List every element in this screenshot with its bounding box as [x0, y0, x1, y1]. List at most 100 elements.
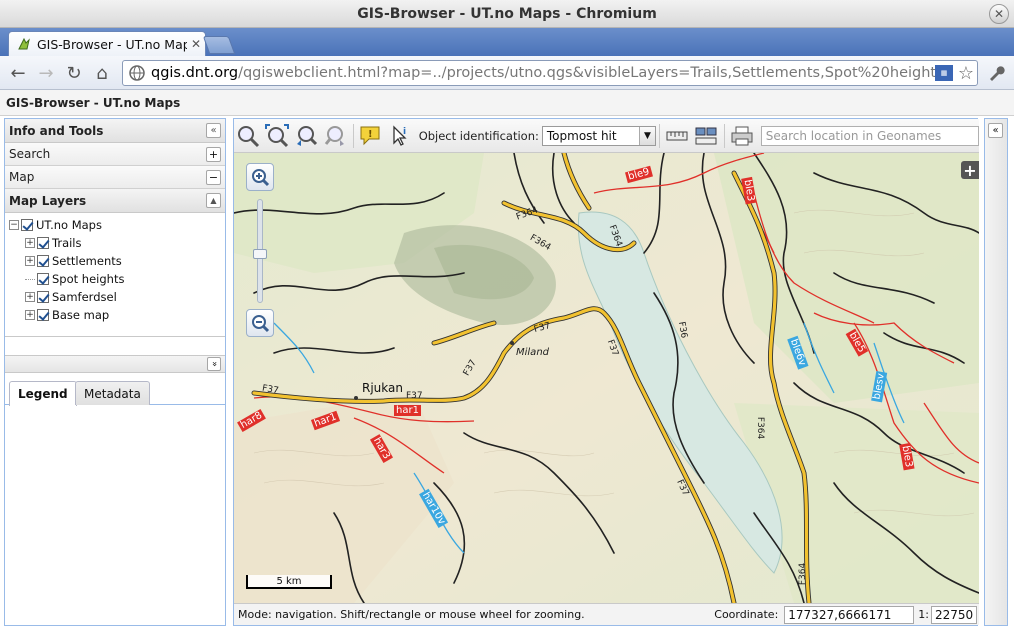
arrow-right-icon: →	[38, 62, 54, 84]
info-tools-panel: Info and Tools « Search + Map − Map Laye…	[4, 118, 226, 626]
address-bar[interactable]: qgis.dnt.org/qgiswebclient.html?map=../p…	[122, 60, 978, 86]
object-identification-select[interactable]: Topmost hit ▼	[541, 125, 656, 146]
search-section-header[interactable]: Search +	[5, 143, 225, 166]
lower-panel-header: »	[5, 355, 225, 373]
reload-button[interactable]: ↻	[62, 61, 86, 85]
page-action-icon[interactable]: ▦	[935, 65, 953, 81]
expand-layer-icon[interactable]: +	[25, 238, 35, 248]
map-section-header[interactable]: Map −	[5, 166, 225, 189]
window-close-button[interactable]: ✕	[989, 4, 1009, 24]
layer-label: Settlements	[52, 254, 122, 268]
window-title: GIS-Browser - UT.no Maps - Chromium	[357, 5, 657, 22]
tab-strip: GIS-Browser - UT.no Maps ✕	[0, 28, 1014, 56]
map-render	[234, 153, 979, 603]
window-titlebar: GIS-Browser - UT.no Maps - Chromium ✕	[0, 0, 1014, 28]
expand-layer-icon[interactable]: +	[25, 256, 35, 266]
layer-checkbox[interactable]	[37, 309, 49, 321]
collapse-left-icon[interactable]: «	[206, 123, 221, 138]
layer-label: UT.no Maps	[36, 218, 102, 232]
url-path: /qgiswebclient.html?map=../projects/utno…	[238, 65, 935, 81]
expand-layer-icon[interactable]: +	[25, 292, 35, 302]
object-identification-label: Object identification:	[418, 128, 539, 143]
measure-area-button[interactable]	[692, 122, 721, 150]
measure-area-icon	[695, 127, 717, 144]
layer-label: Base map	[52, 308, 110, 322]
expand-right-icon[interactable]: «	[988, 123, 1003, 138]
zoom-box-icon	[238, 125, 260, 147]
tab-metadata[interactable]: Metadata	[75, 381, 150, 405]
zoom-full-icon	[265, 123, 290, 147]
map-section-label: Map	[9, 170, 35, 184]
map-tips-button[interactable]: !	[357, 122, 386, 150]
right-collapsed-panel[interactable]: «	[984, 118, 1008, 626]
wrench-icon	[990, 66, 1005, 81]
url-host: qgis.dnt.org	[151, 65, 239, 81]
identify-button[interactable]: i	[386, 122, 415, 150]
url-text: qgis.dnt.org/qgiswebclient.html?map=../p…	[151, 65, 935, 81]
home-button[interactable]: ⌂	[90, 61, 114, 85]
collapse-map-icon[interactable]: −	[206, 169, 221, 185]
arrow-left-icon: ←	[10, 62, 26, 84]
toolbar-separator	[658, 123, 660, 148]
map-toolbar: ! i Object identification: Topmost hit ▼	[234, 119, 980, 153]
scale-field[interactable]: 22750	[931, 605, 977, 624]
zoom-previous-button[interactable]	[292, 122, 321, 150]
coordinate-field[interactable]: 177327,6666171	[784, 605, 915, 624]
chevron-down-icon: ▼	[638, 126, 655, 145]
speech-bubble-icon: !	[360, 126, 380, 145]
road-label: F364	[755, 416, 766, 440]
tab-legend[interactable]: Legend	[9, 381, 77, 406]
layer-item-base-map[interactable]: + Base map	[9, 306, 225, 324]
expand-search-icon[interactable]: +	[206, 146, 221, 162]
geonames-search-input[interactable]	[760, 125, 980, 146]
map-canvas[interactable]: Rjukan Miland F37 F37 F37 F37 F37 F37 F3…	[234, 153, 979, 603]
layer-checkbox[interactable]	[37, 273, 49, 285]
layer-tree: − UT.no Maps + Trails + Settlements Spot…	[5, 213, 225, 337]
globe-icon	[129, 65, 145, 81]
layer-checkbox[interactable]	[37, 255, 49, 267]
browser-tab[interactable]: GIS-Browser - UT.no Maps ✕	[8, 31, 206, 56]
collapse-layers-icon[interactable]: ▲	[206, 193, 221, 208]
tab-close-icon[interactable]: ✕	[187, 37, 205, 51]
back-button[interactable]: ←	[6, 61, 30, 85]
forward-button[interactable]: →	[34, 61, 58, 85]
legend-metadata-tabs: Legend Metadata	[5, 379, 225, 406]
layer-label: Trails	[52, 236, 82, 250]
settings-wrench-button[interactable]	[984, 61, 1008, 85]
ruler-icon	[666, 131, 688, 140]
zoom-slider-handle[interactable]	[253, 249, 267, 259]
expand-lower-icon[interactable]: »	[207, 357, 221, 371]
zoom-next-button[interactable]	[321, 122, 350, 150]
zoom-out-button[interactable]	[246, 309, 274, 337]
close-icon: ✕	[993, 7, 1005, 21]
zoom-in-button[interactable]	[246, 163, 274, 191]
layer-switcher-button[interactable]: +	[961, 161, 979, 180]
scale-label: 1:	[918, 608, 929, 621]
expand-layer-icon[interactable]: +	[25, 310, 35, 320]
mode-status-text: Mode: navigation. Shift/rectangle or mou…	[238, 608, 585, 621]
layer-checkbox[interactable]	[21, 219, 33, 231]
zoom-next-icon	[325, 125, 345, 146]
map-status-bar: Mode: navigation. Shift/rectangle or mou…	[234, 603, 979, 625]
bookmark-star-icon[interactable]: ☆	[955, 63, 977, 84]
layer-checkbox[interactable]	[37, 291, 49, 303]
layer-item-settlements[interactable]: + Settlements	[9, 252, 225, 270]
collapse-tree-icon[interactable]: −	[9, 220, 19, 230]
layer-tree-root[interactable]: − UT.no Maps	[9, 216, 225, 234]
print-button[interactable]	[728, 122, 757, 150]
layer-item-trails[interactable]: + Trails	[9, 234, 225, 252]
layer-item-spot-heights[interactable]: Spot heights	[9, 270, 225, 288]
search-section-label: Search	[9, 147, 51, 161]
layer-checkbox[interactable]	[37, 237, 49, 249]
zoom-full-button[interactable]	[263, 122, 292, 150]
new-tab-button[interactable]	[202, 36, 236, 54]
zoom-box-button[interactable]	[234, 122, 263, 150]
measure-distance-button[interactable]	[663, 122, 692, 150]
layer-item-samferdsel[interactable]: + Samferdsel	[9, 288, 225, 306]
qgis-favicon-icon	[18, 37, 30, 50]
object-identification-value: Topmost hit	[546, 128, 617, 143]
reload-icon: ↻	[66, 62, 82, 84]
map-panel: ! i Object identification: Topmost hit ▼	[233, 118, 980, 626]
trail-label: har1	[394, 405, 421, 416]
app-header: GIS-Browser - UT.no Maps	[0, 90, 1014, 116]
